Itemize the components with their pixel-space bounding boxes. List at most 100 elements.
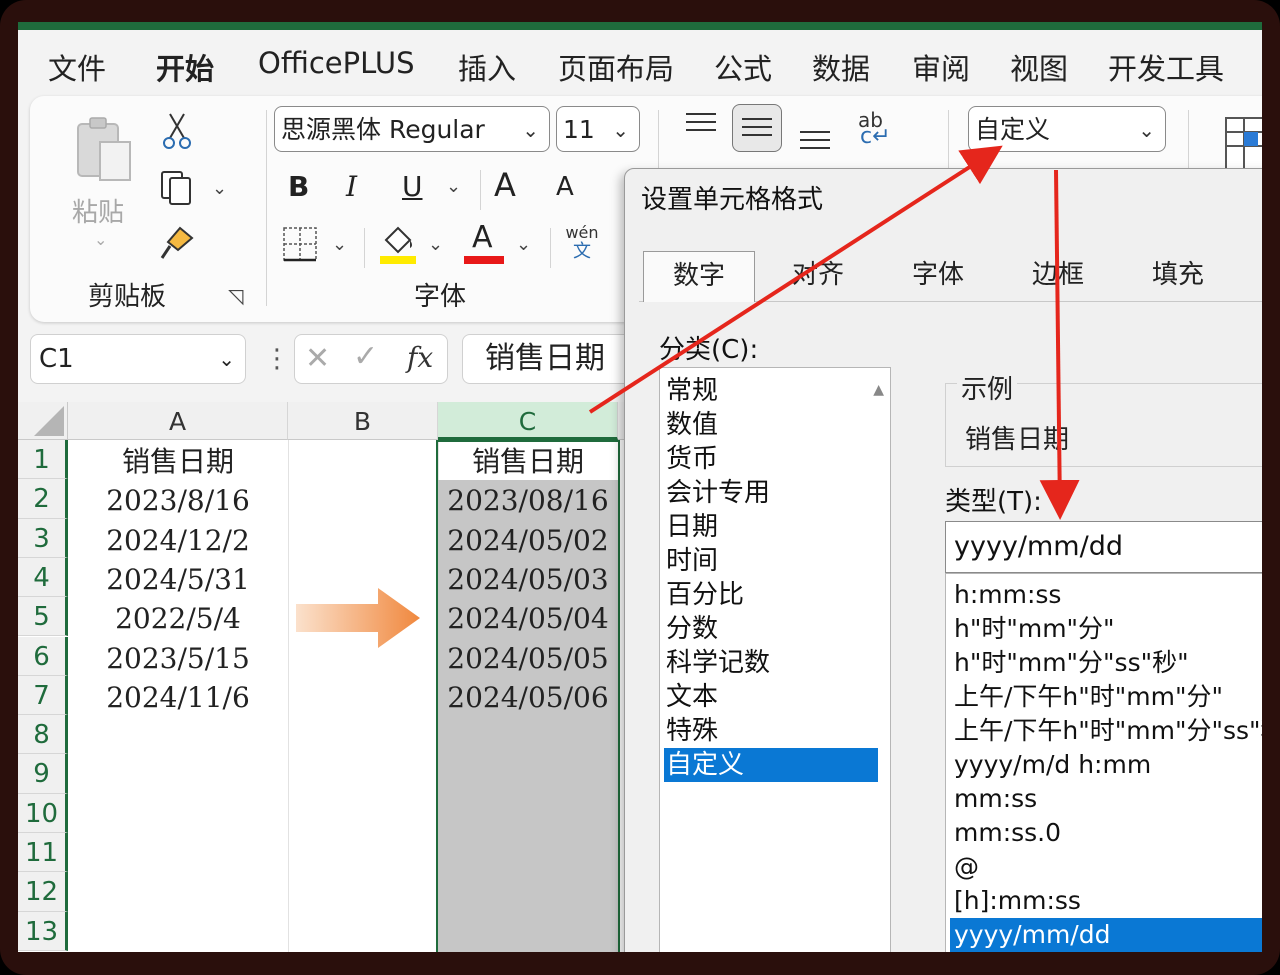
row-header[interactable]: 6 — [18, 636, 68, 676]
align-middle-button[interactable] — [732, 104, 782, 152]
cell-c3[interactable]: 2024/05/02 — [438, 521, 618, 560]
tab-view[interactable]: 视图 — [1010, 46, 1068, 88]
cancel-icon[interactable]: ✕ — [305, 341, 330, 376]
tab-developer[interactable]: 开发工具 — [1108, 46, 1224, 88]
more-options-icon[interactable]: ⋮ — [264, 344, 290, 374]
tab-border[interactable]: 边框 — [1003, 251, 1113, 299]
bold-button[interactable]: B — [288, 170, 309, 203]
category-item[interactable]: 数值 — [664, 408, 878, 442]
category-item[interactable]: 科学记数 — [664, 646, 878, 680]
formula-input[interactable]: 销售日期 — [462, 334, 642, 384]
tab-review[interactable]: 审阅 — [912, 46, 970, 88]
dialog-launcher-icon[interactable]: ◹ — [228, 284, 243, 308]
phonetic-guide-button[interactable]: wén 文 — [564, 224, 600, 268]
category-item[interactable]: 特殊 — [664, 714, 878, 748]
tab-formulas[interactable]: 公式 — [714, 46, 772, 88]
font-name-combobox[interactable]: 思源黑体 Regular ⌄ — [274, 106, 550, 152]
category-item-selected[interactable]: 自定义 — [664, 748, 878, 782]
insert-function-icon[interactable]: fx — [407, 341, 433, 374]
tab-data[interactable]: 数据 — [812, 46, 870, 88]
cell-c1[interactable]: 销售日期 — [438, 442, 618, 481]
format-item[interactable]: mm:ss — [950, 782, 1262, 816]
row-header[interactable]: 1 — [18, 440, 68, 480]
row-header[interactable]: 7 — [18, 675, 68, 716]
tab-number[interactable]: 数字 — [643, 251, 755, 302]
row-header[interactable]: 3 — [18, 518, 68, 558]
cell-c2[interactable]: 2023/08/16 — [438, 481, 618, 520]
tab-page-layout[interactable]: 页面布局 — [558, 46, 674, 88]
row-header[interactable]: 11 — [18, 833, 68, 873]
chevron-down-icon[interactable]: ⌄ — [516, 234, 531, 255]
format-painter-icon[interactable] — [158, 224, 198, 264]
number-format-combobox[interactable]: 自定义 ⌄ — [968, 106, 1166, 152]
fill-color-icon[interactable] — [378, 222, 418, 266]
category-item[interactable]: 时间 — [664, 544, 878, 578]
cell-c6[interactable]: 2024/05/05 — [438, 639, 618, 678]
col-header-a[interactable]: A — [68, 402, 288, 440]
col-header-c[interactable]: C — [438, 402, 618, 440]
format-item[interactable]: 上午/下午h"时"mm"分"ss"秒" — [950, 714, 1262, 748]
align-top-icon[interactable] — [684, 110, 718, 140]
row-header[interactable]: 5 — [18, 597, 68, 637]
row-header[interactable]: 4 — [18, 557, 68, 598]
conditional-format-icon[interactable] — [1222, 114, 1262, 174]
name-box[interactable]: C1 ⌄ — [30, 334, 246, 384]
format-item[interactable]: yyyy/m/d h:mm — [950, 748, 1262, 782]
format-item[interactable]: 上午/下午h"时"mm"分" — [950, 680, 1262, 714]
cell-a6[interactable]: 2023/5/15 — [68, 639, 288, 678]
category-item[interactable]: 会计专用 — [664, 476, 878, 510]
cell-a4[interactable]: 2024/5/31 — [68, 560, 288, 599]
cell-a3[interactable]: 2024/12/2 — [68, 521, 288, 560]
category-item[interactable]: 常规 — [664, 374, 878, 408]
row-header[interactable]: 2 — [18, 479, 68, 519]
category-item[interactable]: 文本 — [664, 680, 878, 714]
select-all-corner[interactable] — [18, 402, 68, 440]
chevron-down-icon[interactable]: ⌄ — [332, 234, 347, 255]
row-header[interactable]: 13 — [18, 911, 68, 951]
category-item[interactable]: 百分比 — [664, 578, 878, 612]
italic-button[interactable]: I — [346, 170, 357, 203]
cell-a2[interactable]: 2023/8/16 — [68, 481, 288, 520]
underline-button[interactable]: U — [402, 170, 423, 203]
chevron-down-icon[interactable]: ⌄ — [446, 176, 461, 197]
cell-a7[interactable]: 2024/11/6 — [68, 678, 288, 717]
type-input[interactable]: yyyy/mm/dd — [945, 521, 1262, 573]
cell-a1[interactable]: 销售日期 — [68, 442, 288, 481]
align-bottom-icon[interactable] — [798, 122, 832, 152]
category-item[interactable]: 货币 — [664, 442, 878, 476]
format-item[interactable]: h"时"mm"分"ss"秒" — [950, 646, 1262, 680]
wrap-text-button[interactable]: ab c↵ — [856, 108, 896, 152]
tab-alignment[interactable]: 对齐 — [763, 251, 873, 299]
row-header[interactable]: 8 — [18, 715, 68, 755]
cut-icon[interactable] — [162, 112, 192, 152]
cell-a5[interactable]: 2022/5/4 — [68, 599, 288, 638]
category-list[interactable]: ▲ 常规 数值 货币 会计专用 日期 时间 百分比 分数 科学记数 文本 特殊 … — [659, 367, 891, 952]
font-size-combobox[interactable]: 11 ⌄ — [556, 106, 640, 152]
tab-font[interactable]: 字体 — [883, 251, 993, 299]
borders-icon[interactable] — [282, 226, 318, 262]
tab-file[interactable]: 文件 — [48, 46, 106, 88]
row-header[interactable]: 12 — [18, 872, 68, 912]
cell-c5[interactable]: 2024/05/04 — [438, 599, 618, 638]
grow-font-button[interactable]: A — [494, 166, 516, 204]
row-header[interactable]: 9 — [18, 754, 68, 794]
format-item-selected[interactable]: yyyy/mm/dd — [950, 918, 1262, 952]
format-item[interactable]: @ — [950, 850, 1262, 884]
cell-c7[interactable]: 2024/05/06 — [438, 678, 618, 717]
format-item[interactable]: h:mm:ss — [950, 578, 1262, 612]
tab-insert[interactable]: 插入 — [458, 46, 516, 88]
shrink-font-button[interactable]: A — [556, 172, 574, 202]
tab-officeplus[interactable]: OfficePLUS — [258, 46, 414, 80]
row-header[interactable]: 10 — [18, 793, 68, 833]
category-item[interactable]: 日期 — [664, 510, 878, 544]
chevron-down-icon[interactable]: ⌄ — [428, 234, 443, 255]
col-header-b[interactable]: B — [288, 402, 438, 440]
format-item[interactable]: h"时"mm"分" — [950, 612, 1262, 646]
font-color-button[interactable]: A — [464, 220, 504, 266]
chevron-down-icon[interactable]: ⌄ — [212, 178, 227, 199]
tab-home[interactable]: 开始 — [156, 46, 214, 88]
paste-button[interactable]: 粘贴 ⌄ — [68, 112, 138, 249]
tab-fill[interactable]: 填充 — [1123, 251, 1233, 299]
enter-icon[interactable]: ✓ — [353, 339, 378, 374]
copy-icon[interactable] — [158, 168, 198, 208]
